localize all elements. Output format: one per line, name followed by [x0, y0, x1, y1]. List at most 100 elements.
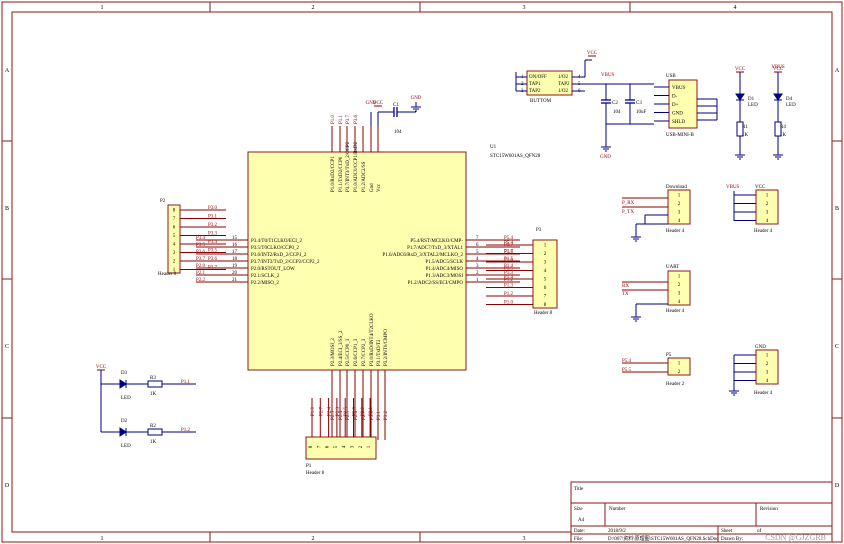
header-designator: P5 [666, 353, 672, 358]
net-label-header: P3.1 [208, 215, 218, 220]
title-block-file-value: D:\007\资料\原理图\STC15W601AS_QFN28.SchDoc [608, 535, 719, 542]
net-label-bottom: P3.2 [384, 410, 389, 420]
title-block-number: Number [609, 507, 626, 512]
mcu-right-pin-name: P1.7/ADC7/TxD_3/XTAL1 [407, 246, 463, 251]
resistor-designator: R4 [780, 125, 786, 130]
header-type-label: Header 8 [306, 471, 325, 476]
mcu-bottom-pin-name: P3.2/INT0/CMPO [384, 329, 389, 366]
net-label-header: P1.4 [504, 275, 514, 280]
led-designator: D3 [121, 371, 128, 376]
net-label-led: P1.2 [181, 428, 191, 433]
net-label-bottom: P3.1 [377, 410, 382, 420]
net-label-header: P1.2 [504, 292, 514, 297]
resistor-value: 1K [150, 440, 157, 445]
net-label-top: P1.1 [339, 114, 344, 124]
power-port-label: VCC [735, 67, 746, 72]
net-label-header: P3.6 [208, 257, 218, 262]
resistor-value: 1K [780, 133, 787, 138]
zone-column-label: 1 [101, 5, 104, 11]
power-port-label: GND [600, 155, 611, 160]
net-label-left: P2.1 [196, 271, 206, 276]
power-port-label: VBUS [726, 185, 740, 190]
mcu-pin-number: 15 [232, 236, 238, 241]
button-pin-label: 1/O2 [558, 75, 569, 80]
mcu-top-pin-name: P1.0/RxD2/CCP1 [331, 156, 336, 192]
power-port-label: VCC [96, 365, 107, 370]
header-title: UART [666, 265, 679, 270]
mcu-pin-number: 21 [232, 278, 238, 283]
header-type-label: Header 4 [754, 229, 773, 234]
mcu-left-pin-name: P2.0/RSTOUT_LOW [251, 267, 295, 272]
header-designator: P2 [160, 199, 166, 204]
header-type-label: Header 4 [666, 309, 685, 314]
net-label-header: P5.4 [622, 359, 632, 364]
title-block-title: Title [574, 487, 584, 492]
zone-row-label: C [5, 344, 9, 350]
net-label-header: P3.3 [208, 232, 218, 237]
mcu-right-pin-name: P5.4/RST/MCLKO/CMP- [410, 239, 463, 244]
net-label-header: RX [622, 284, 629, 289]
mcu-top-pin-name: P1.0/ADC0/CCP1/RxD2 [354, 141, 359, 192]
mcu-left-pin-name: P3.4/T0/T1CLKO/ECI_2 [251, 239, 302, 244]
resistor-value: 1K [742, 133, 749, 138]
mcu-bottom-pin-name: P2.3/MOSI_2 [331, 338, 336, 366]
mcu-bottom-pin-name: P2.7/CCP2_3 [362, 338, 367, 366]
mcu-designator: U1 [490, 145, 497, 150]
zone-row-label: D [5, 483, 10, 489]
mcu-bottom-pin-name: P2.5/CCP0_3 [346, 338, 351, 366]
cap-value: 10uF [636, 110, 647, 115]
net-label-header: P2.3 [336, 406, 341, 416]
cap-value: 104 [394, 130, 402, 135]
usb-pin-label: GND [672, 112, 683, 117]
power-port-label: VBUS [771, 65, 785, 70]
net-label-header: P1.5 [504, 267, 514, 272]
zone-row-label: B [835, 206, 839, 212]
title-block-size: Size [574, 507, 583, 512]
mcu-bottom-pin-name: P2.4/ECI_3/SS_2 [339, 330, 344, 366]
resistor-body [147, 380, 163, 388]
cap-designator: C3 [636, 101, 642, 106]
power-port-label: VBUS [601, 73, 615, 78]
net-label-header: P5.5 [622, 368, 632, 373]
usb-part-number: USB-MINI-B [666, 133, 694, 138]
mcu-pin-number: 17 [232, 250, 238, 255]
net-label-top: P3.6 [354, 114, 359, 124]
header-title: VCC [755, 185, 766, 190]
net-label-header: P1.7 [504, 250, 514, 255]
led-designator: D2 [121, 419, 128, 424]
header-title: GND [755, 345, 766, 350]
net-label-left: P3.4 [196, 236, 206, 241]
title-block-sheet: Sheet [721, 529, 733, 534]
net-label-header: P2.5 [344, 406, 349, 416]
cap-designator: C2 [612, 101, 618, 106]
mcu-top-pin-name: P1.1/TxD2/CCP0 [339, 156, 344, 192]
usb-pin-label: D+ [672, 103, 679, 108]
mcu-pin-number: 16 [232, 243, 238, 248]
net-label-header: P5.4 [504, 241, 514, 246]
net-label-led: P1.1 [181, 380, 191, 385]
mcu-part-number: STC15W601AS_QFN28 [490, 154, 541, 159]
led-type: LED [121, 396, 131, 401]
button-pin-label: 1/O2 [558, 89, 569, 94]
button-name: BUTTOM [530, 99, 552, 104]
net-label-header: P3.4 [208, 240, 218, 245]
resistor-designator: R2 [150, 424, 156, 429]
mcu-pin-number: 20 [232, 271, 238, 276]
zone-row-label: D [835, 483, 840, 489]
led-type: LED [121, 444, 131, 449]
net-label-top: P3.7 [346, 114, 351, 124]
mcu-left-pin-name: P3.6/INT2/RxD_2/CCP1_2 [251, 253, 307, 258]
mcu-pin-number: 19 [232, 264, 238, 269]
usb-pin-label: VBUS [672, 86, 686, 91]
resistor-designator: R3 [150, 376, 156, 381]
title-block-date-value: 2018/9/2 [608, 529, 626, 534]
mcu-left-pin-name: P2.1/SCLK_2 [251, 274, 280, 279]
mcu-right-pin-name: P1.6/ADC6/RxD_3/XTAL2/MCLKO_2 [382, 253, 463, 258]
title-block-drawn: Drawn By: [721, 537, 743, 542]
zone-column-label: 1 [101, 536, 104, 542]
cap-designator: C1 [393, 103, 399, 108]
net-label-header: P1.0 [311, 406, 316, 416]
mcu-left-pin-name: P2.2/MISO_2 [251, 281, 279, 286]
mcu-top-pin-name: Vcc [377, 183, 382, 192]
power-port-label: VCC [587, 51, 598, 56]
